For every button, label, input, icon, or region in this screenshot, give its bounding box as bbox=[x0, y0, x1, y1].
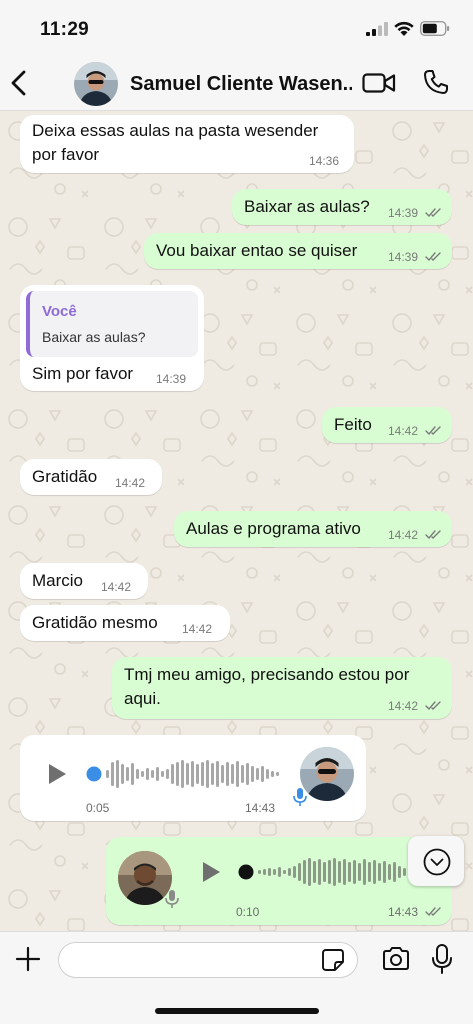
message-incoming[interactable]: Deixa essas aulas na pasta wesender por … bbox=[20, 115, 354, 173]
signal-icon bbox=[366, 22, 388, 36]
read-ticks-icon bbox=[425, 426, 441, 436]
message-outgoing[interactable]: Tmj meu amigo, precisando estou por aqui… bbox=[112, 657, 452, 719]
home-indicator[interactable] bbox=[155, 1008, 319, 1014]
battery-icon bbox=[420, 21, 450, 36]
back-chevron-icon[interactable] bbox=[8, 66, 30, 100]
voice-waveform[interactable] bbox=[104, 759, 284, 789]
scroll-to-bottom-button[interactable] bbox=[408, 836, 464, 886]
sticker-icon[interactable] bbox=[321, 948, 345, 972]
message-input[interactable] bbox=[58, 942, 358, 978]
read-ticks-icon bbox=[425, 252, 441, 262]
play-icon[interactable] bbox=[200, 861, 222, 883]
message-time: 14:42 bbox=[388, 424, 419, 438]
voice-progress-dot[interactable] bbox=[238, 864, 254, 880]
message-text: Aulas e programa ativo bbox=[186, 519, 361, 538]
message-text: Deixa essas aulas na pasta wesender bbox=[32, 121, 319, 140]
voice-progress-dot[interactable] bbox=[86, 766, 102, 782]
read-ticks-icon bbox=[425, 530, 441, 540]
message-text: Vou baixar entao se quiser bbox=[156, 241, 358, 260]
voice-waveform[interactable] bbox=[256, 857, 412, 887]
message-incoming[interactable]: Marcio 14:42 bbox=[20, 563, 148, 599]
voice-duration: 0:05 bbox=[86, 801, 110, 815]
message-time: 14:42 bbox=[101, 580, 132, 594]
message-text: por favor bbox=[32, 145, 100, 164]
voice-duration: 0:10 bbox=[236, 905, 260, 919]
message-outgoing[interactable]: Feito 14:42 bbox=[322, 407, 452, 443]
mic-badge-icon bbox=[165, 890, 179, 908]
quoted-message[interactable]: Você Baixar as aulas? bbox=[26, 291, 198, 357]
message-text: Gratidão bbox=[32, 467, 98, 486]
message-outgoing[interactable]: Aulas e programa ativo 14:42 bbox=[174, 511, 452, 547]
status-bar: 11:29 bbox=[0, 0, 473, 56]
play-icon[interactable] bbox=[46, 763, 68, 785]
read-ticks-icon bbox=[425, 907, 441, 917]
read-ticks-icon bbox=[425, 701, 441, 711]
voice-message-incoming[interactable]: 0:05 14:43 bbox=[20, 735, 366, 821]
contact-name[interactable]: Samuel Cliente Wasen... bbox=[130, 73, 352, 96]
message-time: 14:42 bbox=[115, 476, 146, 490]
message-time: 14:42 bbox=[388, 528, 419, 542]
video-call-icon[interactable] bbox=[362, 72, 396, 94]
message-outgoing[interactable]: Baixar as aulas? 14:39 bbox=[232, 189, 452, 225]
status-time: 11:29 bbox=[40, 19, 90, 40]
message-time: 14:42 bbox=[388, 699, 419, 713]
message-text: aqui. bbox=[124, 689, 161, 708]
read-ticks-icon bbox=[425, 208, 441, 218]
message-text: Feito bbox=[334, 415, 372, 434]
message-incoming[interactable]: Gratidão mesmo 14:42 bbox=[20, 605, 230, 641]
microphone-icon[interactable] bbox=[430, 943, 454, 975]
camera-icon[interactable] bbox=[381, 946, 411, 972]
message-text: Sim por favor bbox=[32, 364, 134, 383]
chat-area[interactable]: Deixa essas aulas na pasta wesender por … bbox=[0, 111, 473, 931]
message-text: Baixar as aulas? bbox=[244, 197, 370, 216]
message-text: Gratidão mesmo bbox=[32, 613, 158, 632]
message-text: Tmj meu amigo, precisando estou por bbox=[124, 665, 410, 684]
phone-call-icon[interactable] bbox=[422, 68, 450, 96]
mic-badge-icon bbox=[293, 788, 307, 806]
plus-icon[interactable] bbox=[14, 945, 42, 973]
message-time: 14:39 bbox=[388, 206, 419, 220]
contact-avatar[interactable] bbox=[74, 62, 118, 106]
message-text: Marcio bbox=[32, 571, 84, 590]
message-outgoing[interactable]: Vou baixar entao se quiser 14:39 bbox=[144, 233, 452, 269]
message-time: 14:36 bbox=[309, 154, 340, 168]
chat-header: Samuel Cliente Wasen... bbox=[0, 56, 473, 111]
composer-bar bbox=[0, 931, 473, 1024]
message-time: 14:43 bbox=[245, 801, 276, 815]
wifi-icon bbox=[394, 21, 414, 36]
message-time: 14:39 bbox=[388, 250, 419, 264]
message-time: 14:39 bbox=[156, 372, 187, 386]
sender-avatar bbox=[300, 747, 354, 801]
voice-message-outgoing[interactable]: 0:10 14:43 bbox=[106, 837, 452, 925]
message-incoming[interactable]: Gratidão 14:42 bbox=[20, 459, 162, 495]
quoted-author: Você bbox=[42, 303, 77, 320]
message-incoming-reply[interactable]: Você Baixar as aulas? Sim por favor 14:3… bbox=[20, 285, 204, 391]
message-time: 14:43 bbox=[388, 905, 419, 919]
chevron-down-icon bbox=[423, 848, 451, 876]
quoted-text: Baixar as aulas? bbox=[42, 329, 146, 345]
message-time: 14:42 bbox=[182, 622, 213, 636]
